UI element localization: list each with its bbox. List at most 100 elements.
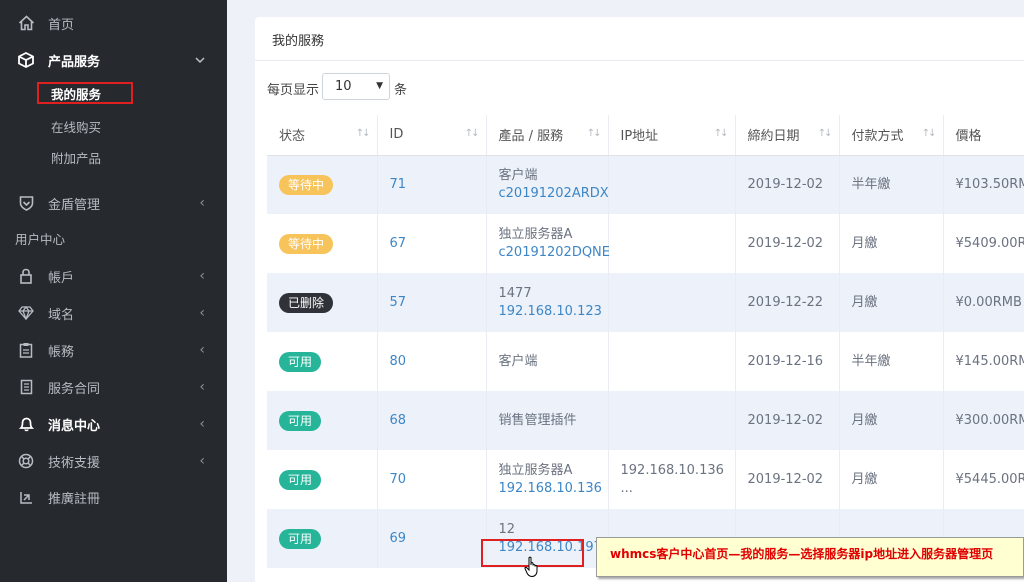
sidebar-item-products[interactable]: 产品服务 — [0, 44, 227, 76]
sidebar-item-contracts[interactable]: 服务合同 ‹ — [0, 371, 227, 403]
product-cell: 客户端 — [486, 332, 609, 391]
product-cell: 1477 192.168.10.123 — [486, 273, 609, 332]
column-header-price[interactable]: 價格 — [943, 115, 1024, 156]
shield-icon — [17, 194, 35, 212]
column-header-status[interactable]: 状态 ↑↓ — [267, 115, 378, 156]
id-cell: 69 — [377, 509, 487, 568]
date-cell: 2019-12-02 — [735, 214, 840, 273]
service-id-link[interactable]: 69 — [390, 531, 407, 546]
sidebar-item-support[interactable]: 技術支援 ‹ — [0, 445, 227, 477]
sidebar-item-label: 技術支援 — [48, 455, 101, 471]
section-label-user-center: 用户中心 — [15, 232, 66, 247]
billing-cycle: 月繳 — [851, 471, 878, 487]
service-id-link[interactable]: 71 — [390, 177, 407, 192]
service-domain-link[interactable]: c20191202DQNE — [499, 244, 611, 262]
price-cell: ¥145.00RMB — [943, 332, 1024, 391]
service-domain-link[interactable]: 192.168.10.136 — [499, 480, 608, 498]
sidebar-item-label: 消息中心 — [48, 418, 101, 434]
table-row: 可用 68 销售管理插件 2019-12-02 月繳 ¥300.00RMB — [267, 391, 1024, 450]
chevron-left-icon: ‹ — [199, 268, 205, 284]
sidebar-item-messages[interactable]: 消息中心 ‹ — [0, 408, 227, 440]
product-name: 独立服务器A — [498, 226, 573, 242]
payment-cell: 月繳 — [839, 273, 944, 332]
billing-cycle: 半年繳 — [851, 176, 891, 192]
sidebar-item-label: 域名 — [48, 307, 75, 323]
status-badge: 可用 — [279, 410, 322, 431]
contract-date: 2019-12-02 — [747, 176, 824, 192]
document-icon — [17, 378, 35, 396]
price-cell: ¥5409.00RMB — [943, 214, 1024, 273]
id-cell: 68 — [377, 391, 487, 450]
status-cell: 可用 — [267, 391, 378, 450]
price: ¥145.00RMB — [955, 353, 1024, 369]
contract-date: 2019-12-02 — [747, 412, 824, 428]
column-header-id[interactable]: ID ↑↓ — [377, 115, 487, 156]
page-length-value: 10 — [335, 79, 352, 94]
date-cell: 2019-12-02 — [735, 450, 840, 509]
sidebar-item-label: 产品服务 — [48, 54, 101, 70]
sidebar-item-referral[interactable]: 推廣註冊 — [0, 481, 227, 513]
service-id-link[interactable]: 68 — [390, 413, 407, 428]
service-id-link[interactable]: 67 — [390, 236, 407, 251]
sidebar-item-domains[interactable]: 域名 ‹ — [0, 297, 227, 329]
product-cell: 客户端 c20191202ARDX — [486, 155, 609, 214]
sidebar-item-billing[interactable]: 帳務 ‹ — [0, 334, 227, 366]
ip-cell — [608, 391, 736, 450]
sidebar-subitem-addons[interactable]: 附加产品 — [51, 148, 101, 167]
sidebar-item-shield[interactable]: 金盾管理 ‹ — [0, 187, 227, 219]
column-header-ip[interactable]: IP地址 ↑↓ — [608, 115, 736, 156]
annotation-callout: whmcs客户中心首页—我的服务—选择服务器ip地址进入服务器管理页 — [596, 537, 1024, 577]
payment-cell: 月繳 — [839, 391, 944, 450]
service-domain-link[interactable]: c20191202ARDX — [499, 185, 609, 203]
status-cell: 等待中 — [267, 214, 378, 273]
price: ¥0.00RMB — [955, 294, 1022, 310]
price: ¥103.50RMB — [955, 176, 1024, 192]
sidebar-item-label: 服务合同 — [48, 381, 101, 397]
page-length-suffix: 条 — [394, 83, 408, 98]
billing-cycle: 半年繳 — [851, 353, 891, 369]
services-table: 状态 ↑↓ ID ↑↓ 產品 / 服務 ↑↓ IP地址 ↑↓ 締約日期 ↑↓ 付款方式 ↑↓… — [267, 115, 1024, 568]
date-cell: 2019-12-22 — [735, 273, 840, 332]
caret-down-icon: ▼ — [376, 81, 383, 91]
payment-cell: 月繳 — [839, 214, 944, 273]
product-name: 客户端 — [498, 353, 538, 369]
service-domain-link[interactable]: 192.168.10.123 — [499, 303, 608, 321]
date-cell: 2019-12-02 — [735, 155, 840, 214]
hand-cursor-icon — [524, 556, 542, 582]
sidebar-subitem-my-services[interactable]: 我的服务 — [51, 84, 101, 103]
chevron-left-icon: ‹ — [199, 379, 205, 395]
page-length-select[interactable]: 10 ▼ — [322, 73, 390, 100]
status-badge: 可用 — [279, 351, 322, 372]
billing-cycle: 月繳 — [851, 294, 878, 310]
payment-cell: 半年繳 — [839, 332, 944, 391]
sidebar-item-account[interactable]: 帳戶 ‹ — [0, 260, 227, 292]
status-cell: 等待中 — [267, 155, 378, 214]
price-cell: ¥103.50RMB — [943, 155, 1024, 214]
contract-date: 2019-12-02 — [747, 235, 824, 251]
ip-cell: 192.168.10.136 ... — [608, 450, 736, 509]
sidebar-item-label: 帳務 — [48, 344, 75, 360]
service-id-link[interactable]: 57 — [390, 295, 407, 310]
sidebar-item-home[interactable]: 首页 — [0, 7, 227, 39]
ip-cell — [608, 332, 736, 391]
home-icon — [17, 14, 35, 32]
price: ¥5409.00RMB — [955, 235, 1024, 251]
status-badge: 可用 — [279, 528, 322, 549]
sidebar: 首页 产品服务 我的服务 在线购买 附加产品 金盾管理 ‹ 用户中心 帳戶 ‹ … — [0, 0, 227, 582]
share-icon — [17, 488, 35, 506]
table-row: 已删除 57 1477 192.168.10.123 2019-12-22 月繳 ¥0.00… — [267, 273, 1024, 332]
divider — [255, 60, 1024, 61]
sort-icon: ↑↓ — [817, 128, 833, 139]
service-id-link[interactable]: 80 — [390, 354, 407, 369]
sidebar-subitem-buy-online[interactable]: 在线购买 — [51, 117, 101, 136]
status-cell: 可用 — [267, 450, 378, 509]
column-header-payment[interactable]: 付款方式 ↑↓ — [839, 115, 944, 156]
payment-cell: 半年繳 — [839, 155, 944, 214]
sidebar-item-label: 帳戶 — [48, 270, 75, 286]
column-header-date[interactable]: 締約日期 ↑↓ — [735, 115, 840, 156]
chevron-left-icon: ‹ — [199, 305, 205, 321]
column-header-product[interactable]: 產品 / 服務 ↑↓ — [486, 115, 609, 156]
service-id-link[interactable]: 70 — [390, 472, 407, 487]
table-row: 可用 80 客户端 2019-12-16 半年繳 ¥145.00RMB — [267, 332, 1024, 391]
contract-date: 2019-12-22 — [747, 294, 824, 310]
